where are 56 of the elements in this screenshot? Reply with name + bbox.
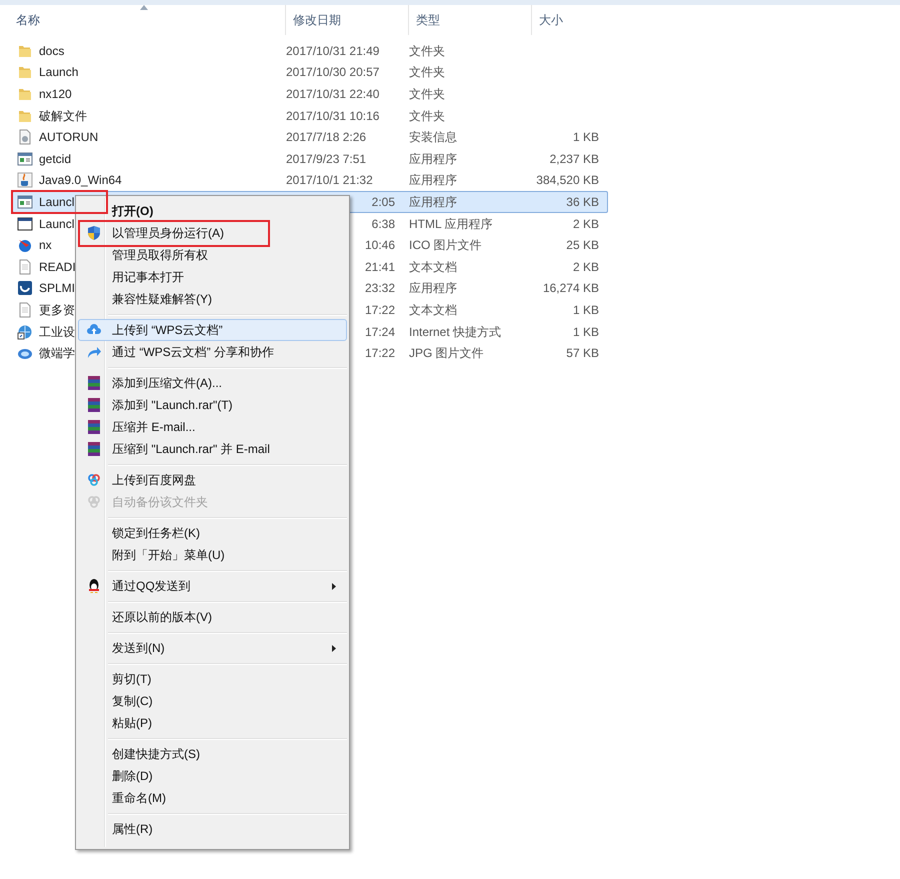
file-type: 应用程序 xyxy=(409,194,457,209)
file-size: 57 KB xyxy=(566,346,599,360)
file-name: 破解文件 xyxy=(39,108,87,125)
file-name: docs xyxy=(39,42,64,60)
file-name: Launcl xyxy=(39,194,74,211)
modified-date: 2017/7/18 2:26 xyxy=(286,130,366,144)
modified-date: 2017/10/31 21:49 xyxy=(286,44,380,58)
file-size: 1 KB xyxy=(572,130,599,144)
modified-date: 2017/9/23 7:51 xyxy=(286,152,366,166)
modified-date: 6:38 xyxy=(372,216,395,231)
file-type: 文件夹 xyxy=(409,108,445,123)
file-type: 文本文档 xyxy=(409,302,457,317)
file-name: nx xyxy=(39,237,52,254)
modified-date: 17:22 xyxy=(364,302,395,317)
file-name: 微端学 xyxy=(39,345,75,362)
file-type: 应用程序 xyxy=(409,281,457,296)
modified-date: 2017/10/31 22:40 xyxy=(286,86,380,101)
file-type: 文件夹 xyxy=(409,86,445,101)
file-type: 安装信息 xyxy=(409,130,457,144)
file-type: JPG 图片文件 xyxy=(409,346,484,360)
file-type: 文本文档 xyxy=(409,260,457,274)
file-type: 文件夹 xyxy=(409,65,445,80)
file-name: READI xyxy=(39,258,76,276)
modified-date: 2:05 xyxy=(372,194,395,209)
file-size: 2,237 KB xyxy=(550,152,599,166)
file-name: 更多资 xyxy=(39,302,75,319)
modified-date: 17:24 xyxy=(364,324,395,339)
modified-date: 2017/10/31 10:16 xyxy=(286,108,380,123)
modified-date: 10:46 xyxy=(364,238,395,252)
file-size: 2 KB xyxy=(572,260,599,274)
file-type: ICO 图片文件 xyxy=(409,238,482,252)
modified-date: 2017/10/1 21:32 xyxy=(286,173,373,188)
modified-date: 2017/10/30 20:57 xyxy=(286,65,380,80)
file-size: 1 KB xyxy=(572,324,599,339)
file-size: 25 KB xyxy=(566,238,599,252)
file-name: Launcl xyxy=(39,216,74,233)
file-name: 工业设 xyxy=(39,324,75,341)
file-name: SPLMI xyxy=(39,280,76,298)
file-type: HTML 应用程序 xyxy=(409,216,493,231)
file-name: getcid xyxy=(39,150,72,168)
file-size: 384,520 KB xyxy=(536,173,599,188)
file-size: 1 KB xyxy=(572,302,599,317)
file-type: 应用程序 xyxy=(409,173,457,188)
modified-date: 23:32 xyxy=(364,281,395,296)
file-size: 36 KB xyxy=(566,194,599,209)
modified-date: 17:22 xyxy=(364,346,395,360)
modified-date: 21:41 xyxy=(364,260,395,274)
file-name: Java9.0_Win64 xyxy=(39,172,122,190)
file-type: 文件夹 xyxy=(409,44,445,58)
file-name: Launch xyxy=(39,64,78,82)
file-size: 16,274 KB xyxy=(542,281,599,296)
file-size: 2 KB xyxy=(572,216,599,231)
file-type: 应用程序 xyxy=(409,152,457,166)
file-type: Internet 快捷方式 xyxy=(409,324,502,339)
file-name: AUTORUN xyxy=(39,129,98,146)
file-name: nx120 xyxy=(39,86,72,103)
